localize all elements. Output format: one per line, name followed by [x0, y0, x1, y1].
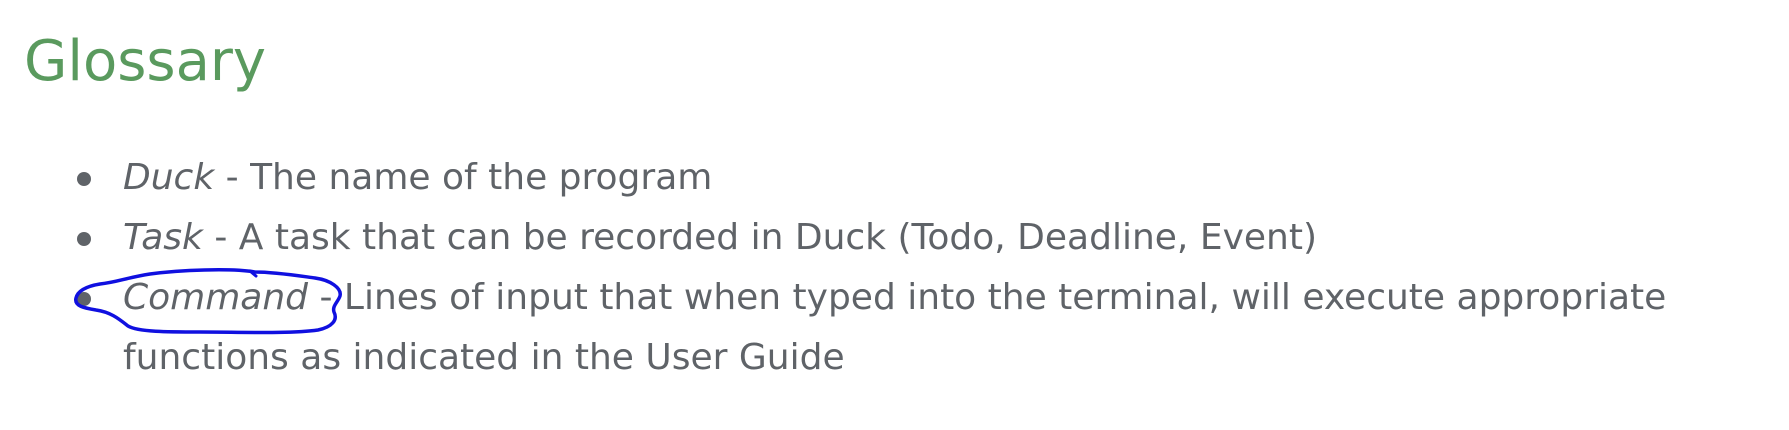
glossary-item-duck: Duck - The name of the program — [0, 148, 1789, 208]
glossary-definition: - The name of the program — [214, 157, 713, 198]
glossary-term: Duck — [123, 157, 215, 198]
glossary-item-command: Command - Lines of input that when typed… — [0, 268, 1789, 388]
glossary-definition: - Lines of input that when typed into th… — [123, 277, 1667, 378]
glossary-heading: Glossary — [24, 29, 267, 94]
glossary-list: Duck - The name of the program Task - A … — [0, 148, 1789, 388]
bullet-icon — [77, 292, 91, 306]
glossary-term: Task — [123, 217, 203, 258]
glossary-item-task: Task - A task that can be recorded in Du… — [0, 208, 1789, 268]
bullet-icon — [77, 172, 91, 186]
glossary-term: Command — [123, 277, 309, 318]
glossary-definition: - A task that can be recorded in Duck (T… — [202, 217, 1317, 258]
bullet-icon — [77, 232, 91, 246]
glossary-page: Glossary Duck - The name of the program … — [0, 0, 1789, 430]
